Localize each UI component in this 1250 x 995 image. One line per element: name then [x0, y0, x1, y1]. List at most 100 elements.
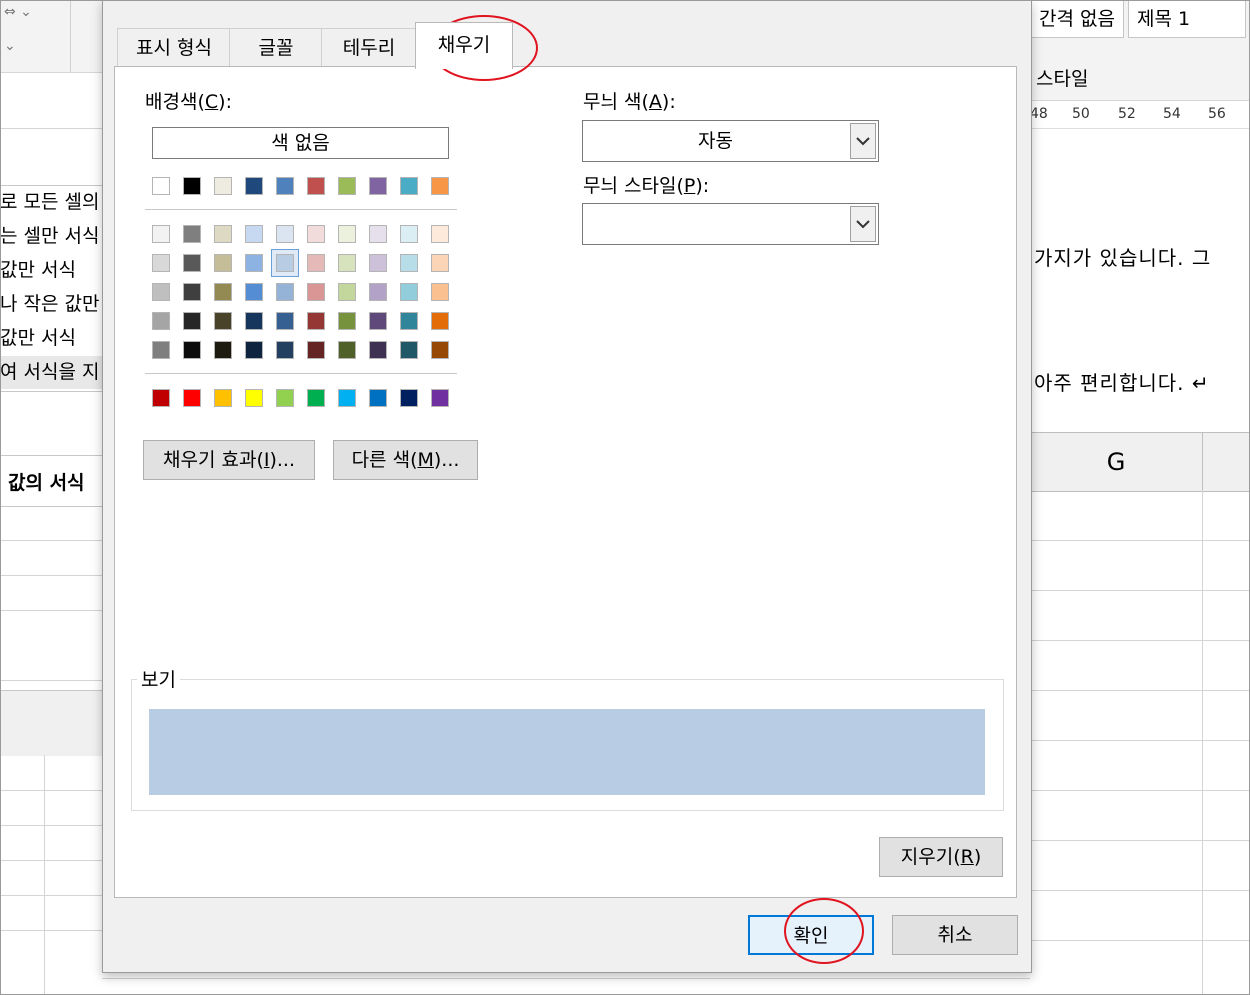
- color-swatch[interactable]: [369, 389, 387, 407]
- color-swatch[interactable]: [307, 341, 325, 359]
- color-swatch[interactable]: [431, 254, 449, 272]
- tab-font[interactable]: 글꼴: [229, 28, 323, 67]
- color-swatch[interactable]: [245, 389, 263, 407]
- menu-item-selected[interactable]: 여 서식을 지: [0, 356, 102, 389]
- color-swatch[interactable]: [245, 312, 263, 330]
- color-swatch[interactable]: [183, 341, 201, 359]
- color-swatch[interactable]: [400, 177, 418, 195]
- color-swatch[interactable]: [400, 341, 418, 359]
- color-swatch[interactable]: [338, 341, 356, 359]
- pattern-style-dropdown[interactable]: [582, 203, 879, 245]
- color-swatch[interactable]: [152, 254, 170, 272]
- color-swatch[interactable]: [245, 225, 263, 243]
- color-swatch[interactable]: [183, 177, 201, 195]
- color-swatch[interactable]: [183, 389, 201, 407]
- color-swatch[interactable]: [369, 341, 387, 359]
- color-swatch[interactable]: [400, 312, 418, 330]
- color-swatch[interactable]: [245, 177, 263, 195]
- chevron-down-icon[interactable]: [850, 123, 876, 159]
- color-swatch[interactable]: [152, 389, 170, 407]
- no-color-button[interactable]: 색 없음: [152, 127, 449, 159]
- color-swatch[interactable]: [214, 254, 232, 272]
- color-swatch[interactable]: [431, 225, 449, 243]
- color-swatch[interactable]: [183, 254, 201, 272]
- color-swatch[interactable]: [152, 177, 170, 195]
- color-swatch[interactable]: [338, 312, 356, 330]
- style-no-spacing[interactable]: 간격 없음: [1030, 0, 1124, 38]
- ruler: 48 50 52 54 56: [1030, 102, 1250, 129]
- color-swatch[interactable]: [214, 177, 232, 195]
- color-swatch[interactable]: [338, 177, 356, 195]
- color-swatch[interactable]: [152, 283, 170, 301]
- color-swatch[interactable]: [152, 341, 170, 359]
- menu-item[interactable]: 나 작은 값만: [0, 288, 102, 321]
- color-swatch[interactable]: [431, 389, 449, 407]
- color-swatch[interactable]: [183, 312, 201, 330]
- ribbon-icon: ⇔ ⌄: [4, 4, 32, 20]
- tab-fill[interactable]: 채우기: [415, 22, 513, 69]
- gridline: [1030, 640, 1250, 641]
- color-swatch[interactable]: [400, 254, 418, 272]
- color-swatch[interactable]: [276, 283, 294, 301]
- clear-button[interactable]: 지우기(R): [879, 837, 1003, 877]
- color-swatch[interactable]: [400, 225, 418, 243]
- chevron-down-icon[interactable]: [850, 206, 876, 242]
- color-swatch[interactable]: [338, 283, 356, 301]
- color-swatch[interactable]: [183, 225, 201, 243]
- preview-swatch: [149, 709, 985, 795]
- color-swatch[interactable]: [369, 225, 387, 243]
- color-swatch[interactable]: [245, 283, 263, 301]
- color-swatch[interactable]: [431, 283, 449, 301]
- color-swatch[interactable]: [400, 389, 418, 407]
- color-swatch[interactable]: [369, 254, 387, 272]
- color-swatch[interactable]: [338, 225, 356, 243]
- ok-button[interactable]: 확인: [748, 915, 874, 955]
- column-header-g[interactable]: G: [1030, 433, 1203, 491]
- color-swatch[interactable]: [400, 283, 418, 301]
- color-swatch[interactable]: [307, 283, 325, 301]
- color-swatch[interactable]: [276, 389, 294, 407]
- color-swatch[interactable]: [307, 254, 325, 272]
- tab-border[interactable]: 테두리: [321, 28, 417, 67]
- color-swatch[interactable]: [214, 341, 232, 359]
- color-swatch[interactable]: [214, 225, 232, 243]
- menu-item[interactable]: 값만 서식: [0, 254, 102, 287]
- color-swatch[interactable]: [276, 312, 294, 330]
- color-swatch[interactable]: [245, 341, 263, 359]
- color-swatch[interactable]: [152, 312, 170, 330]
- color-swatch[interactable]: [338, 254, 356, 272]
- color-swatch[interactable]: [214, 312, 232, 330]
- color-swatch[interactable]: [276, 254, 294, 272]
- color-swatch[interactable]: [183, 283, 201, 301]
- style-heading-1[interactable]: 제목 1: [1128, 0, 1246, 38]
- color-swatch[interactable]: [307, 389, 325, 407]
- color-swatch[interactable]: [214, 389, 232, 407]
- cancel-button[interactable]: 취소: [892, 915, 1018, 955]
- color-swatch[interactable]: [245, 254, 263, 272]
- gridline: [1030, 540, 1250, 541]
- color-swatch[interactable]: [307, 225, 325, 243]
- color-swatch[interactable]: [307, 177, 325, 195]
- color-swatch[interactable]: [214, 283, 232, 301]
- tab-number-format[interactable]: 표시 형식: [117, 28, 231, 67]
- pattern-style-label: 무늬 스타일(P):: [583, 175, 710, 197]
- menu-item[interactable]: 값만 서식: [0, 322, 102, 355]
- color-swatch[interactable]: [276, 225, 294, 243]
- menu-item[interactable]: 는 셀만 서식: [0, 220, 102, 253]
- pattern-color-dropdown[interactable]: 자동: [582, 120, 879, 162]
- color-swatch[interactable]: [276, 341, 294, 359]
- menu-item[interactable]: 로 모든 셀의: [0, 186, 102, 219]
- color-swatch[interactable]: [338, 389, 356, 407]
- more-colors-button[interactable]: 다른 색(M)...: [333, 440, 478, 480]
- color-swatch[interactable]: [431, 312, 449, 330]
- color-swatch[interactable]: [431, 177, 449, 195]
- fill-effects-button[interactable]: 채우기 효과(I)...: [143, 440, 315, 480]
- color-swatch[interactable]: [276, 177, 294, 195]
- color-swatch[interactable]: [369, 283, 387, 301]
- color-swatch[interactable]: [369, 312, 387, 330]
- gridline: [0, 790, 102, 791]
- color-swatch[interactable]: [369, 177, 387, 195]
- color-swatch[interactable]: [152, 225, 170, 243]
- color-swatch[interactable]: [431, 341, 449, 359]
- color-swatch[interactable]: [307, 312, 325, 330]
